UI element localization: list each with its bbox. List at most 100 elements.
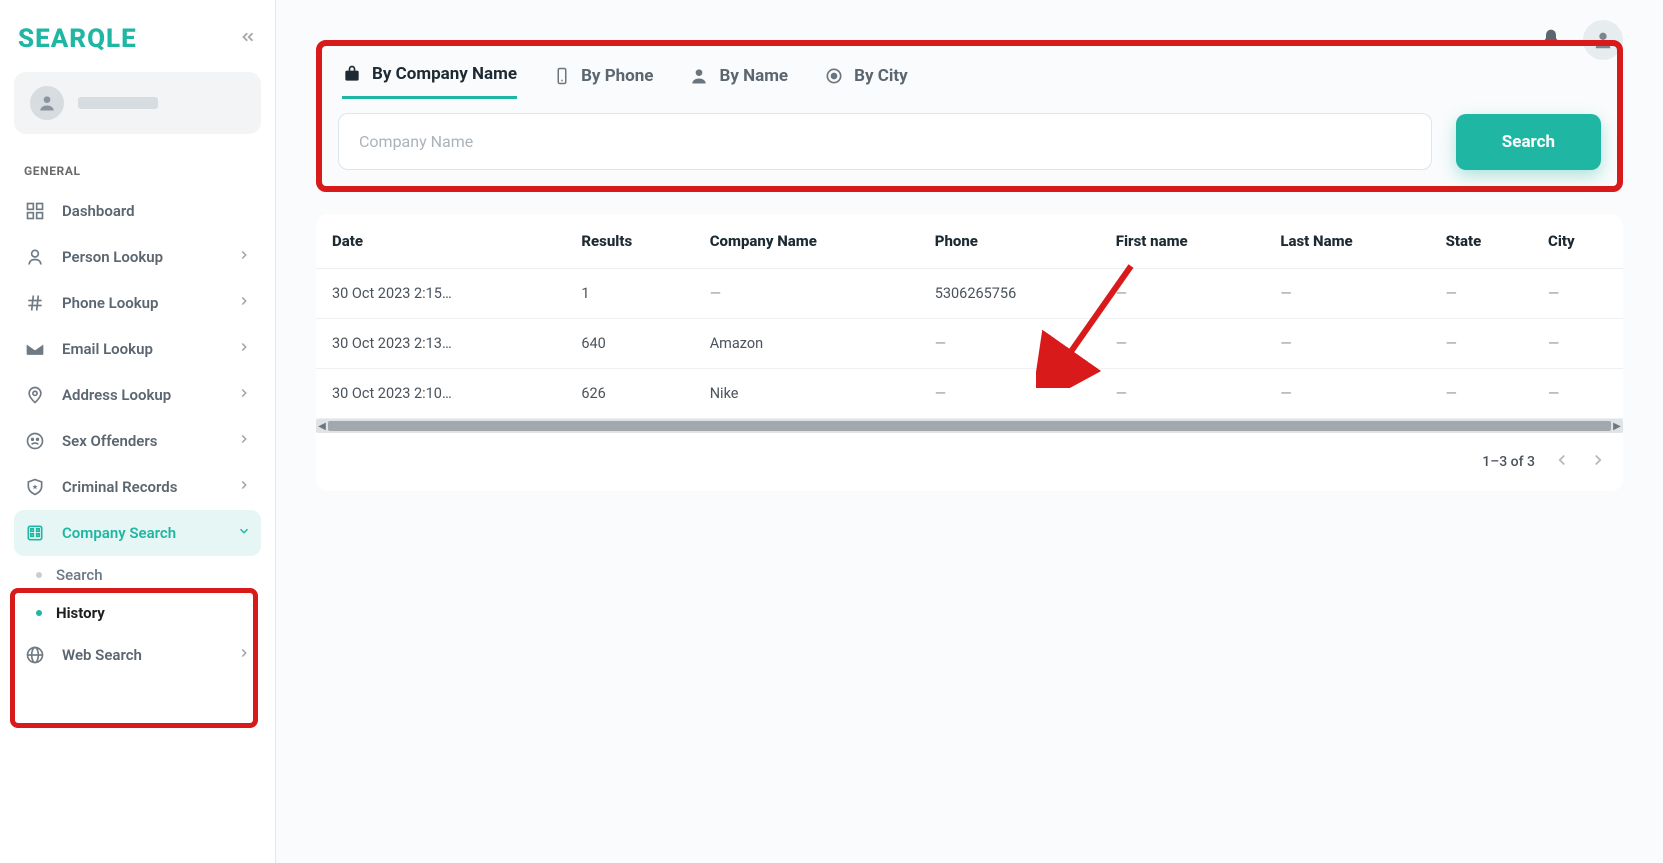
person-icon bbox=[24, 246, 46, 268]
chevron-down-icon bbox=[237, 524, 251, 542]
table-cell: — bbox=[1434, 269, 1536, 319]
th-first-name[interactable]: First name bbox=[1104, 214, 1269, 269]
th-state[interactable]: State bbox=[1434, 214, 1536, 269]
sidebar-item-criminal-records[interactable]: Criminal Records bbox=[14, 464, 261, 510]
sidebar-item-label: Sex Offenders bbox=[62, 432, 157, 450]
tab-by-city[interactable]: By City bbox=[824, 64, 908, 99]
email-icon bbox=[24, 338, 46, 360]
sidebar-item-person-lookup[interactable]: Person Lookup bbox=[14, 234, 261, 280]
pagination: 1–3 of 3 bbox=[316, 433, 1623, 491]
th-company[interactable]: Company Name bbox=[698, 214, 923, 269]
scroll-right-icon[interactable]: ▶ bbox=[1611, 419, 1623, 433]
dot-icon bbox=[36, 610, 42, 616]
chevron-right-icon bbox=[237, 386, 251, 404]
table-cell: 30 Oct 2023 2:13… bbox=[316, 319, 569, 369]
table-cell: 626 bbox=[569, 369, 697, 419]
sidebar-item-company-search[interactable]: Company Search bbox=[14, 510, 261, 556]
company-name-input[interactable] bbox=[338, 113, 1432, 170]
sidebar-sub-label: Search bbox=[56, 566, 103, 584]
table-row[interactable]: 30 Oct 2023 2:10…626Nike————— bbox=[316, 369, 1623, 419]
table-cell: 30 Oct 2023 2:15… bbox=[316, 269, 569, 319]
page-next-button[interactable] bbox=[1589, 451, 1607, 473]
table-cell: 640 bbox=[569, 319, 697, 369]
user-name-placeholder bbox=[78, 97, 158, 109]
history-table: Date Results Company Name Phone First na… bbox=[316, 214, 1623, 419]
pin-icon bbox=[24, 384, 46, 406]
tab-by-company-name[interactable]: By Company Name bbox=[342, 64, 517, 99]
collapse-sidebar-button[interactable] bbox=[239, 28, 257, 50]
table-cell: — bbox=[698, 269, 923, 319]
page-prev-button[interactable] bbox=[1553, 451, 1571, 473]
brand-logo: SEARQLE bbox=[18, 24, 137, 54]
scroll-thumb[interactable] bbox=[328, 421, 1611, 431]
sidebar-sub-label: History bbox=[56, 604, 105, 622]
sidebar-item-label: Phone Lookup bbox=[62, 294, 158, 312]
table-cell: — bbox=[1536, 269, 1623, 319]
table-cell: — bbox=[1434, 369, 1536, 419]
hash-icon bbox=[24, 292, 46, 314]
sidebar-item-web-search[interactable]: Web Search bbox=[14, 632, 261, 678]
table-cell: Nike bbox=[698, 369, 923, 419]
tab-label: By City bbox=[854, 66, 908, 86]
dashboard-icon bbox=[24, 200, 46, 222]
sidebar-item-email-lookup[interactable]: Email Lookup bbox=[14, 326, 261, 372]
table-horizontal-scrollbar[interactable]: ◀ ▶ bbox=[316, 419, 1623, 433]
chevron-right-icon bbox=[237, 294, 251, 312]
table-cell: — bbox=[1104, 269, 1269, 319]
th-city[interactable]: City bbox=[1536, 214, 1623, 269]
table-cell: — bbox=[1268, 269, 1433, 319]
table-cell: — bbox=[923, 369, 1104, 419]
table-cell: — bbox=[1268, 369, 1433, 419]
tab-label: By Company Name bbox=[372, 64, 517, 84]
th-results[interactable]: Results bbox=[569, 214, 697, 269]
table-cell: — bbox=[1536, 369, 1623, 419]
sidebar-item-label: Company Search bbox=[62, 524, 176, 542]
tab-by-phone[interactable]: By Phone bbox=[553, 64, 653, 99]
th-last-name[interactable]: Last Name bbox=[1268, 214, 1433, 269]
table-cell: 1 bbox=[569, 269, 697, 319]
sidebar-item-label: Address Lookup bbox=[62, 386, 171, 404]
table-cell: — bbox=[923, 319, 1104, 369]
sidebar-sub-history[interactable]: History bbox=[14, 594, 261, 632]
table-cell: — bbox=[1104, 319, 1269, 369]
sidebar-item-sex-offenders[interactable]: Sex Offenders bbox=[14, 418, 261, 464]
table-cell: 30 Oct 2023 2:10… bbox=[316, 369, 569, 419]
sidebar-sub-search[interactable]: Search bbox=[14, 556, 261, 594]
globe-icon bbox=[24, 644, 46, 666]
sidebar-item-address-lookup[interactable]: Address Lookup bbox=[14, 372, 261, 418]
sidebar-item-label: Email Lookup bbox=[62, 340, 153, 358]
th-date[interactable]: Date bbox=[316, 214, 569, 269]
shield-icon bbox=[24, 476, 46, 498]
sidebar-item-label: Criminal Records bbox=[62, 478, 177, 496]
history-table-card: Date Results Company Name Phone First na… bbox=[316, 214, 1623, 491]
tab-label: By Name bbox=[719, 66, 788, 86]
tab-label: By Phone bbox=[581, 66, 653, 86]
chevron-right-icon bbox=[237, 478, 251, 496]
chevron-right-icon bbox=[237, 646, 251, 664]
dot-icon bbox=[36, 572, 42, 578]
search-tabs: By Company Name By Phone By Name By City bbox=[338, 64, 1601, 99]
building-icon bbox=[24, 522, 46, 544]
tab-by-name[interactable]: By Name bbox=[689, 64, 788, 99]
table-row[interactable]: 30 Oct 2023 2:13…640Amazon————— bbox=[316, 319, 1623, 369]
sidebar-item-label: Web Search bbox=[62, 646, 142, 664]
table-cell: Amazon bbox=[698, 319, 923, 369]
table-cell: — bbox=[1268, 319, 1433, 369]
chevron-right-icon bbox=[237, 340, 251, 358]
chevron-right-icon bbox=[237, 432, 251, 450]
user-avatar-icon bbox=[30, 86, 64, 120]
sidebar: SEARQLE GENERAL Dashboard Person Lookup bbox=[0, 0, 276, 863]
sidebar-item-dashboard[interactable]: Dashboard bbox=[14, 188, 261, 234]
search-button[interactable]: Search bbox=[1456, 114, 1601, 170]
scroll-left-icon[interactable]: ◀ bbox=[316, 419, 328, 433]
table-cell: 5306265756 bbox=[923, 269, 1104, 319]
table-cell: — bbox=[1434, 319, 1536, 369]
user-card[interactable] bbox=[14, 72, 261, 134]
table-cell: — bbox=[1536, 319, 1623, 369]
table-row[interactable]: 30 Oct 2023 2:15…1—5306265756———— bbox=[316, 269, 1623, 319]
th-phone[interactable]: Phone bbox=[923, 214, 1104, 269]
main-content: By Company Name By Phone By Name By City bbox=[276, 0, 1663, 863]
annotation-box-search: By Company Name By Phone By Name By City bbox=[316, 40, 1623, 192]
table-cell: — bbox=[1104, 369, 1269, 419]
sidebar-item-phone-lookup[interactable]: Phone Lookup bbox=[14, 280, 261, 326]
